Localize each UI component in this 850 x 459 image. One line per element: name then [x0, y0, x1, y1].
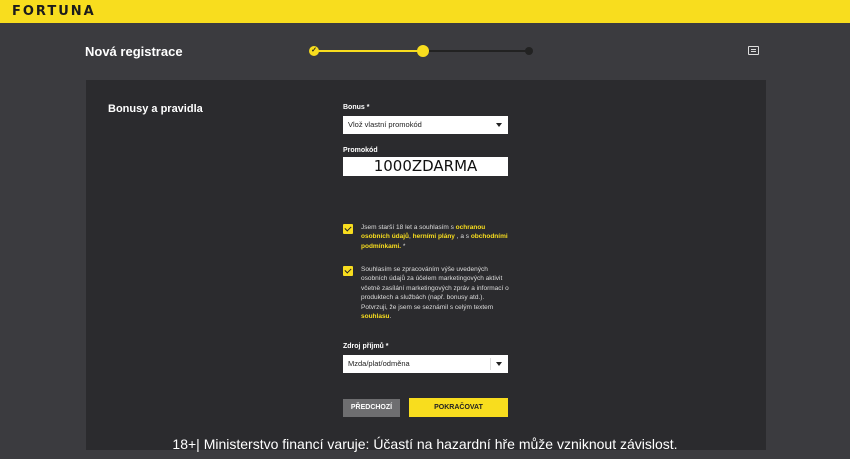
step-1-completed-icon: ✓ [309, 46, 319, 56]
bonus-label: Bonus * [343, 104, 370, 111]
promo-label: Promokód [343, 147, 378, 154]
consent-marketing-text-2: Potvrzuji, že jsem se seznámil s celým t… [361, 303, 494, 311]
income-select-value: Mzda/plat/odměna [348, 359, 410, 368]
section-title: Bonusy a pravidla [108, 103, 203, 115]
consent-marketing-text-1: Souhlasím se zpracováním výše uvedených … [361, 266, 509, 302]
consent-marketing-text-3: . [389, 313, 392, 321]
promo-code-input[interactable] [343, 157, 508, 176]
step-3-pending [525, 47, 533, 55]
chevron-down-icon [496, 362, 502, 366]
consent-marketing-text: Souhlasím se zpracováním výše uvedených … [361, 265, 511, 322]
fortuna-logo[interactable]: FORTUNA [12, 4, 96, 19]
consent-terms-text-3: , a s [454, 233, 471, 241]
bonus-select-value: Vlož vlastní promokód [348, 120, 422, 129]
chat-icon[interactable] [748, 46, 759, 55]
consent-link[interactable]: souhlasu [361, 313, 390, 320]
consent-terms-text-4: * [401, 242, 406, 250]
gambling-warning: 18+| Ministerstvo financí varuje: Účastí… [172, 436, 678, 452]
consent-marketing-checkbox[interactable] [343, 266, 353, 276]
top-bar: FORTUNA [0, 0, 850, 23]
select-divider [490, 358, 491, 370]
game-plans-link[interactable]: herními plány [413, 233, 455, 240]
page-title: Nová registrace [85, 44, 183, 59]
bonus-select[interactable]: Vlož vlastní promokód [343, 116, 508, 134]
step-2-current [417, 45, 429, 57]
consent-terms-text-1: Jsem starší 18 let a souhlasím s [361, 224, 456, 231]
continue-button[interactable]: POKRAČOVAT [409, 398, 508, 417]
income-label: Zdroj příjmů * [343, 343, 389, 350]
progress-line-completed [314, 50, 422, 52]
income-select[interactable]: Mzda/plat/odměna [343, 355, 508, 373]
consent-terms-text: Jsem starší 18 let a souhlasím s ochrano… [361, 223, 509, 251]
registration-progress: ✓ [309, 44, 535, 58]
chevron-down-icon [496, 123, 502, 127]
progress-line-remaining [422, 50, 530, 52]
consent-terms-checkbox[interactable] [343, 224, 353, 234]
previous-button[interactable]: PŘEDCHOZÍ [343, 399, 400, 417]
